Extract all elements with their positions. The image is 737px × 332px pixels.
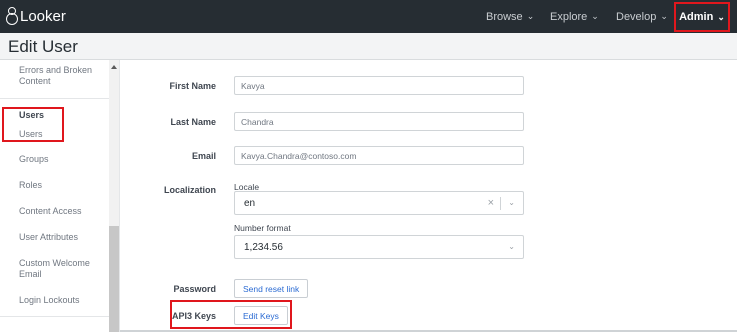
- chevron-down-icon[interactable]: ⌄: [508, 242, 515, 251]
- scrollbar-thumb[interactable]: [109, 226, 119, 332]
- top-nav-bar: Looker Browse ⌄ Explore ⌄ Develop ⌄ Admi…: [0, 0, 737, 33]
- sidebar-divider: [0, 98, 109, 99]
- localization-label: Localization: [163, 185, 216, 195]
- looker-logo[interactable]: Looker: [6, 5, 66, 27]
- sidebar-item-content-access[interactable]: Content Access: [19, 206, 99, 217]
- nav-develop-label: Develop: [616, 10, 657, 23]
- email-input[interactable]: Kavya.Chandra@contoso.com: [234, 146, 524, 165]
- nav-admin[interactable]: Admin ⌄: [674, 2, 730, 32]
- sidebar-item-errors-and-broken-content[interactable]: Errors and Broken Content: [19, 65, 99, 87]
- first-name-input[interactable]: Kavya: [234, 76, 524, 95]
- sidebar-item-roles[interactable]: Roles: [19, 180, 99, 191]
- clear-icon[interactable]: ×: [488, 197, 494, 209]
- scroll-up-arrow-icon[interactable]: [111, 65, 117, 69]
- sidebar-divider: [0, 316, 109, 317]
- sidebar-item-groups[interactable]: Groups: [19, 154, 99, 165]
- number-format-label: Number format: [234, 223, 291, 233]
- nav-explore[interactable]: Explore ⌄: [550, 0, 599, 33]
- send-reset-link-button[interactable]: Send reset link: [234, 279, 309, 298]
- edit-user-form: First Name Kavya Last Name Chandra Email…: [120, 60, 737, 332]
- chevron-down-icon: ⌄: [660, 11, 668, 21]
- locale-select[interactable]: en × ⌄: [234, 191, 524, 215]
- nav-admin-label: Admin: [679, 11, 714, 23]
- select-separator: [500, 197, 501, 210]
- sidebar-scrollbar[interactable]: [109, 60, 119, 332]
- looker-logo-icon: [6, 7, 18, 25]
- chevron-down-icon: ⌄: [591, 11, 599, 21]
- locale-value: en: [244, 198, 256, 209]
- page-title: Edit User: [8, 37, 78, 56]
- nav-develop[interactable]: Develop ⌄: [616, 0, 668, 33]
- page-header: Edit User: [0, 33, 737, 60]
- number-format-select[interactable]: 1,234.56 ⌄: [234, 235, 524, 259]
- first-name-label: First Name: [169, 81, 216, 91]
- chevron-down-icon: ⌄: [717, 11, 725, 22]
- email-label: Email: [191, 151, 216, 161]
- last-name-label: Last Name: [170, 117, 216, 127]
- sidebar-item-custom-welcome-email[interactable]: Custom Welcome Email: [19, 258, 99, 280]
- api3-keys-label: API3 Keys: [171, 311, 216, 321]
- number-format-value: 1,234.56: [244, 242, 283, 253]
- highlight-box-users: [2, 107, 64, 142]
- chevron-down-icon: ⌄: [526, 11, 535, 21]
- nav-browse[interactable]: Browse ⌄: [486, 0, 534, 33]
- logo-text: Looker: [20, 7, 66, 25]
- sidebar-item-user-attributes[interactable]: User Attributes: [19, 232, 99, 243]
- sidebar-item-login-lockouts[interactable]: Login Lockouts: [19, 295, 99, 306]
- edit-keys-button[interactable]: Edit Keys: [234, 306, 288, 325]
- nav-browse-label: Browse: [486, 10, 523, 23]
- admin-sidebar: Errors and Broken Content Users Users Gr…: [0, 60, 120, 332]
- nav-explore-label: Explore: [550, 10, 588, 23]
- last-name-input[interactable]: Chandra: [234, 112, 524, 131]
- chevron-down-icon[interactable]: ⌄: [508, 198, 515, 207]
- password-label: Password: [173, 284, 216, 294]
